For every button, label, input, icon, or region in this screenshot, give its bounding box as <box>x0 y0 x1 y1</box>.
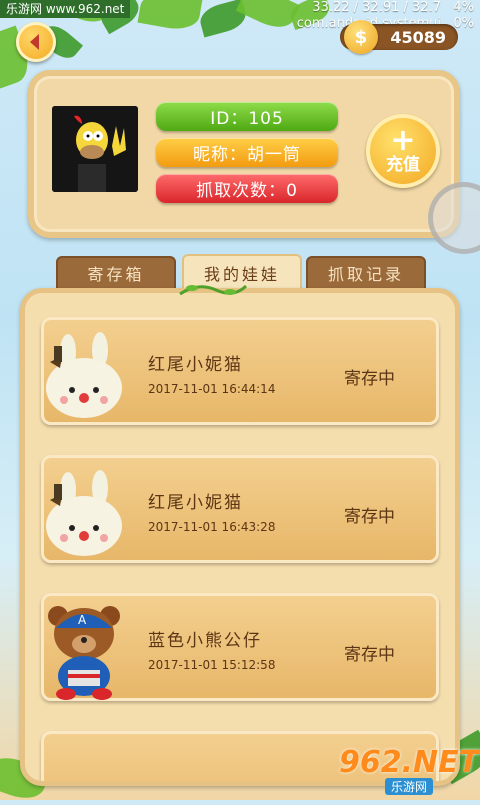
recharge-button[interactable]: + 充值 <box>366 114 440 188</box>
tab-storage-box[interactable]: 寄存箱 <box>56 256 176 290</box>
status-line1: 33.22 / 32.91 / 32.7 <box>312 0 441 15</box>
doll-time: 2017-11-01 16:43:28 <box>148 520 276 534</box>
watermark-number: 962.NET <box>338 744 480 780</box>
avatar[interactable] <box>52 106 138 192</box>
back-arrow-icon <box>30 34 39 50</box>
list-item[interactable]: A 蓝色小熊公仔 2017-11-01 15:12:58 寄存中 <box>41 593 439 701</box>
doll-time: 2017-11-01 15:12:58 <box>148 658 276 672</box>
cpu-text: 0% <box>453 16 474 31</box>
svg-text:A: A <box>78 613 87 627</box>
doll-status: 寄存中 <box>344 645 395 665</box>
grab-count-label: 抓取次数：0 <box>156 174 338 203</box>
doll-status: 寄存中 <box>344 369 395 389</box>
homer-avatar-icon <box>52 106 138 192</box>
bunny-plush-icon <box>46 332 122 418</box>
battery-text: 4% <box>453 0 474 15</box>
doll-time: 2017-11-01 16:44:14 <box>148 382 276 396</box>
doll-name: 红尾小妮猫 <box>148 355 243 375</box>
user-id-label: ID：105 <box>156 102 338 131</box>
doll-status: 寄存中 <box>344 507 395 527</box>
doll-list-panel[interactable]: 红尾小妮猫 2017-11-01 16:44:14 寄存中 红尾小妮猫 2017… <box>20 288 460 786</box>
captain-bear-plush-icon: A <box>48 606 120 700</box>
list-item[interactable]: 红尾小妮猫 2017-11-01 16:44:14 寄存中 <box>41 317 439 425</box>
vine-decoration-icon <box>179 284 248 296</box>
recharge-label: 充值 <box>386 155 420 175</box>
profile-card: ID：105 昵称：胡一筒 抓取次数：0 + 充值 <box>28 70 460 238</box>
tab-label: 抓取记录 <box>327 265 404 284</box>
bunny-plush-icon <box>46 470 122 556</box>
site-watermark: 乐游网 www.962.net <box>0 0 131 18</box>
doll-name: 蓝色小熊公仔 <box>148 631 262 651</box>
site-watermark-logo: 962.NET 乐游网 <box>339 746 479 796</box>
tab-label: 寄存箱 <box>87 265 145 284</box>
nickname-label: 昵称：胡一筒 <box>156 138 338 167</box>
tab-grab-records[interactable]: 抓取记录 <box>306 256 426 290</box>
coin-balance-value: 45089 <box>390 27 446 47</box>
coin-icon: $ <box>344 20 378 54</box>
back-button[interactable] <box>16 22 56 62</box>
watermark-site: 乐游网 <box>384 777 433 795</box>
list-item[interactable]: 红尾小妮猫 2017-11-01 16:43:28 寄存中 <box>41 455 439 563</box>
plus-icon: + <box>390 123 416 158</box>
doll-name: 红尾小妮猫 <box>148 493 243 513</box>
